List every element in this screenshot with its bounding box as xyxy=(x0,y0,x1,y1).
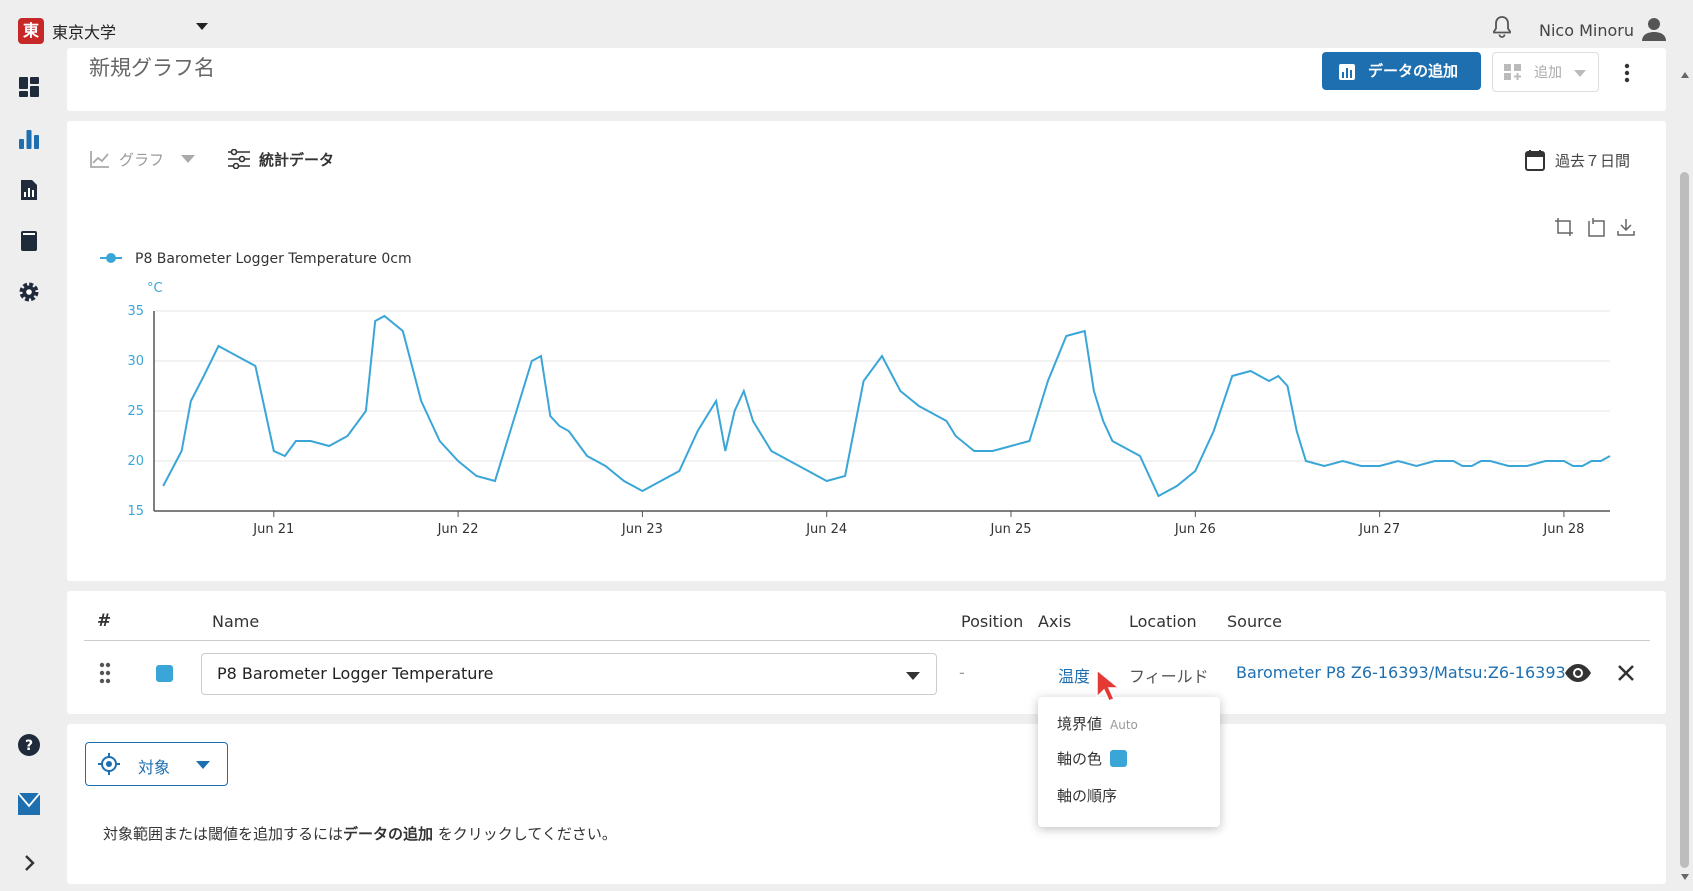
hint-bold[interactable]: データの追加 xyxy=(343,825,433,843)
target-label: 対象 xyxy=(138,758,171,777)
header-axis: Axis xyxy=(1038,612,1072,631)
add-widget-button[interactable]: 追加 xyxy=(1492,52,1599,92)
x-tick-label: Jun 28 xyxy=(1542,522,1584,537)
axis-color-item[interactable]: 軸の色 xyxy=(1057,748,1128,769)
user-name[interactable]: Nico Minoru xyxy=(1539,21,1634,40)
row-axis-link[interactable]: 温度 xyxy=(1058,663,1090,687)
y-tick-label: 25 xyxy=(127,404,144,419)
bound-label: 境界値 xyxy=(1057,715,1103,733)
add-label: 追加 xyxy=(1534,65,1562,81)
x-tick-label: Jun 26 xyxy=(1174,522,1216,537)
graph-title[interactable]: 新規グラフ名 xyxy=(89,52,215,82)
org-dropdown-caret-icon[interactable] xyxy=(196,23,208,30)
row-position: - xyxy=(959,663,965,682)
x-tick-label: Jun 27 xyxy=(1358,522,1400,537)
chevron-down-icon xyxy=(906,672,920,680)
chart-add-icon xyxy=(1339,64,1355,80)
user-icon[interactable] xyxy=(1641,16,1667,42)
series-name-select[interactable]: P8 Barometer Logger Temperature xyxy=(201,653,937,695)
add-data-button[interactable]: データの追加 xyxy=(1322,52,1481,90)
add-caret-icon xyxy=(1574,70,1586,77)
axis-popup-menu: 境界値 Auto 軸の色 軸の順序 xyxy=(1038,697,1220,827)
graph-title-panel: 新規グラフ名 データの追加 追加 xyxy=(67,48,1666,111)
sidebar: ? xyxy=(0,61,58,891)
book-icon[interactable] xyxy=(17,229,41,253)
bound-item[interactable]: 境界値 Auto xyxy=(1057,713,1138,734)
axis-color-swatch[interactable] xyxy=(1110,750,1128,767)
header-source: Source xyxy=(1227,612,1282,631)
x-tick-label: Jun 21 xyxy=(252,522,294,537)
expand-icon[interactable] xyxy=(17,851,41,875)
axis-order-item[interactable]: 軸の順序 xyxy=(1057,785,1117,806)
org-name[interactable]: 東京大学 xyxy=(52,19,116,43)
axis-color-label: 軸の色 xyxy=(1057,750,1103,768)
brand-icon[interactable] xyxy=(17,792,41,816)
org-logo: 東 xyxy=(18,18,44,44)
series-name-value: P8 Barometer Logger Temperature xyxy=(217,664,494,683)
target-button[interactable]: 対象 xyxy=(85,742,228,786)
gear-icon[interactable] xyxy=(17,280,41,304)
help-icon[interactable]: ? xyxy=(17,733,41,757)
header-num: # xyxy=(97,611,112,631)
row-source-link[interactable]: Barometer P8 Z6-16393/Matsu:Z6-16393 xyxy=(1236,663,1566,682)
close-icon[interactable] xyxy=(1617,664,1635,682)
dashboard-icon[interactable] xyxy=(17,75,41,99)
x-tick-label: Jun 24 xyxy=(805,522,847,537)
svg-text:?: ? xyxy=(25,738,33,754)
legend-label[interactable]: P8 Barometer Logger Temperature 0cm xyxy=(135,251,412,267)
target-caret-icon xyxy=(196,761,210,769)
x-tick-label: Jun 22 xyxy=(437,522,479,537)
header-divider xyxy=(84,640,1650,641)
series-line xyxy=(162,314,1611,498)
header-location: Location xyxy=(1129,612,1197,631)
y-tick-label: 30 xyxy=(127,354,144,369)
target-hint: 対象範囲または閾値を追加するにはデータの追加 をクリックしてください。 xyxy=(103,823,617,844)
y-tick-label: 35 xyxy=(127,304,144,319)
header-position: Position xyxy=(961,612,1024,631)
chart-panel: グラフ 統計データ 過去７日間 P8 Barometer Logger Temp… xyxy=(67,121,1666,581)
widget-add-icon xyxy=(1504,64,1521,80)
y-tick-label: 15 xyxy=(127,504,144,519)
page-scrollbar[interactable] xyxy=(1676,61,1693,891)
x-tick-label: Jun 25 xyxy=(990,522,1032,537)
row-location: フィールド xyxy=(1129,667,1209,686)
report-icon[interactable] xyxy=(17,178,41,202)
header-name: Name xyxy=(212,612,260,631)
scroll-thumb[interactable] xyxy=(1680,172,1689,868)
y-tick-label: 20 xyxy=(127,454,144,469)
bell-icon[interactable] xyxy=(1491,15,1513,39)
eye-icon[interactable] xyxy=(1564,663,1592,683)
more-options-icon[interactable] xyxy=(1624,63,1630,83)
scroll-up-icon[interactable] xyxy=(1680,71,1690,79)
scroll-down-icon[interactable] xyxy=(1680,873,1690,881)
crosshair-icon xyxy=(98,753,120,775)
drag-handle-icon[interactable] xyxy=(99,662,111,684)
bound-value: Auto xyxy=(1110,718,1138,732)
x-tick-label: Jun 23 xyxy=(621,522,663,537)
hint-prefix: 対象範囲または閾値を追加するには xyxy=(103,825,344,843)
series-color-swatch[interactable] xyxy=(156,665,173,682)
chart-icon[interactable] xyxy=(17,127,41,151)
add-data-label: データの追加 xyxy=(1368,62,1459,80)
target-panel: 対象 対象範囲または閾値を追加するにはデータの追加 をクリックしてください。 xyxy=(67,724,1666,884)
temperature-chart: P8 Barometer Logger Temperature 0cm °C 1… xyxy=(100,251,1611,537)
hint-suffix: をクリックしてください。 xyxy=(433,825,617,843)
legend-marker xyxy=(106,253,116,263)
mouse-cursor-icon xyxy=(1096,668,1121,702)
y-axis-unit: °C xyxy=(147,281,163,296)
series-table: # Name Position Axis Location Source P8 … xyxy=(67,591,1666,714)
